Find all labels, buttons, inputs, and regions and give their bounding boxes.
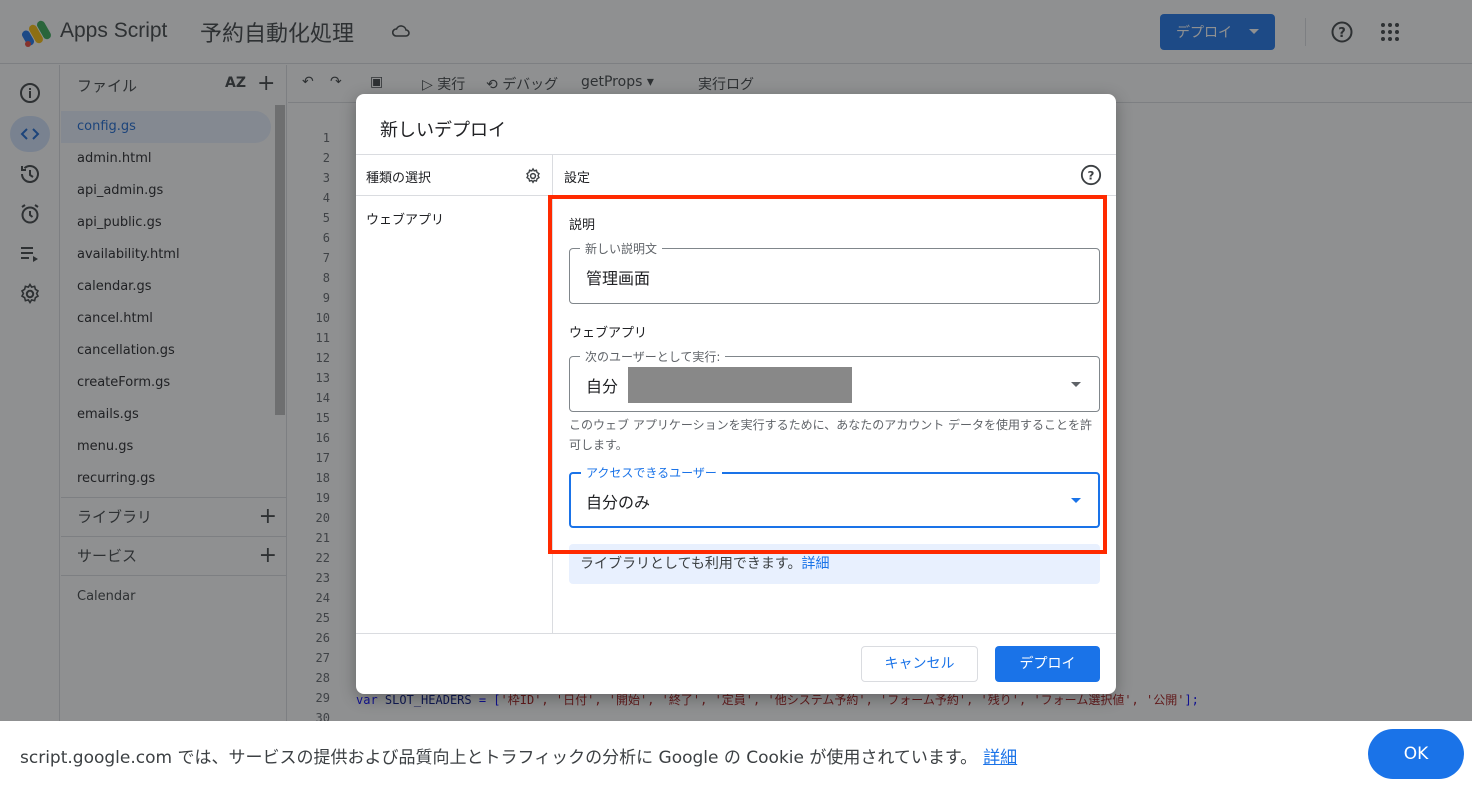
cancel-button[interactable]: キャンセル (861, 646, 978, 682)
highlight-annotation-box (548, 195, 1107, 554)
library-info-text: ライブラリとしても利用できます。 (580, 556, 802, 572)
cookie-ok-button[interactable]: OK (1368, 729, 1464, 779)
svg-text:?: ? (1088, 169, 1095, 183)
type-item-webapp[interactable]: ウェブアプリ (366, 209, 444, 228)
divider (356, 195, 553, 196)
cookie-text-container: script.google.com では、サービスの提供および品質向上とトラフィ… (20, 743, 1017, 768)
cookie-banner: script.google.com では、サービスの提供および品質向上とトラフィ… (0, 721, 1472, 787)
dialog-title: 新しいデプロイ (380, 120, 506, 141)
type-select-heading: 種類の選択 (366, 171, 432, 186)
library-info-link[interactable]: 詳細 (801, 556, 829, 572)
divider (356, 633, 1116, 634)
new-deployment-dialog: 新しいデプロイ 種類の選択 ウェブアプリ 設定 ? 説明 新しい説明文 管理画面… (356, 94, 1116, 694)
type-select-column: 種類の選択 ウェブアプリ (356, 155, 553, 633)
cookie-details-link[interactable]: 詳細 (983, 748, 1017, 768)
help-icon[interactable]: ? (1080, 164, 1102, 186)
settings-heading: 設定 (564, 171, 591, 186)
gear-icon[interactable] (524, 167, 542, 185)
deploy-button[interactable]: デプロイ (995, 646, 1100, 682)
cookie-text: script.google.com では、サービスの提供および品質向上とトラフィ… (20, 748, 978, 768)
